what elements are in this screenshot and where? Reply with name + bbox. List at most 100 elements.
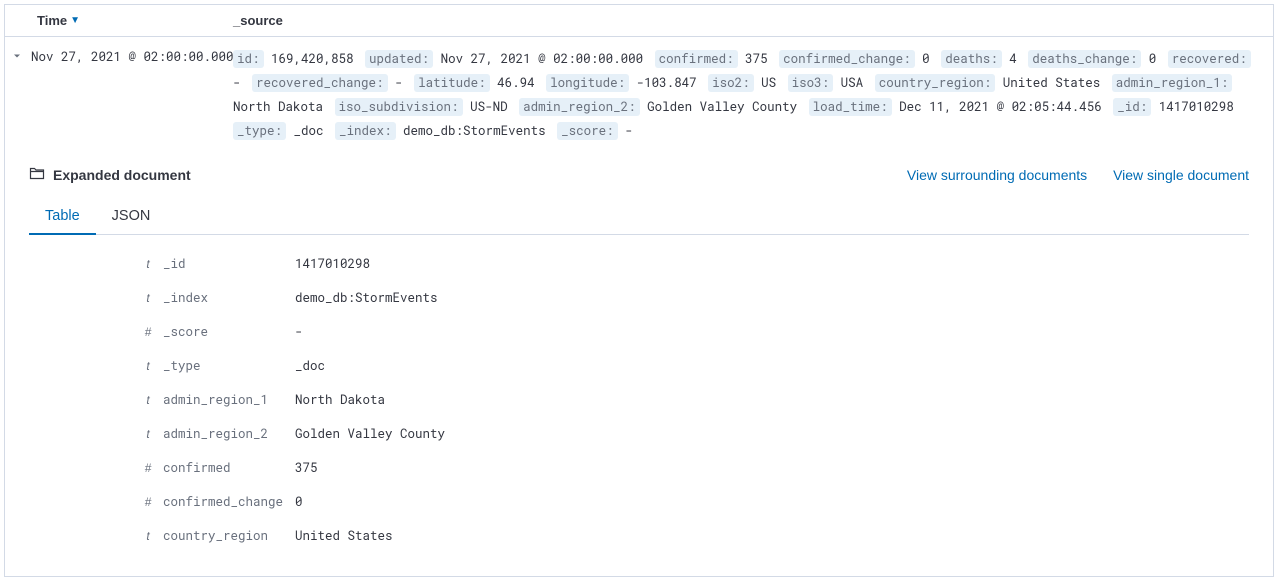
- field-type-icon: t: [139, 359, 157, 373]
- tab-json[interactable]: JSON: [96, 198, 167, 234]
- folder-open-icon: [29, 165, 45, 184]
- source-value: 1417010298: [1151, 99, 1234, 115]
- field-row: t_indexdemo_db:StormEvents: [139, 281, 1249, 315]
- source-key: recovered:: [1168, 50, 1251, 68]
- document-panel: Time ▼ _source Nov 27, 2021 @ 02:00:00.0…: [4, 4, 1274, 577]
- table-row: Nov 27, 2021 @ 02:00:00.000 id: 169,420,…: [5, 37, 1273, 153]
- view-single-link[interactable]: View single document: [1113, 167, 1249, 183]
- col-time-header[interactable]: Time ▼: [25, 13, 233, 28]
- field-name: _score: [157, 324, 295, 340]
- source-label: _source: [233, 13, 283, 28]
- table-header-row: Time ▼ _source: [5, 5, 1273, 37]
- field-type-icon: t: [139, 257, 157, 271]
- time-label: Time: [37, 13, 67, 28]
- source-value: 0: [1141, 51, 1164, 67]
- field-name: _type: [157, 358, 295, 374]
- source-value: 0: [915, 51, 938, 67]
- source-value: -103.847: [629, 75, 704, 91]
- source-value: _doc: [286, 123, 331, 139]
- field-name: _index: [157, 290, 295, 306]
- source-value: US: [754, 75, 784, 91]
- field-name: confirmed_change: [157, 494, 295, 510]
- chevron-down-icon: [11, 50, 23, 62]
- field-table: t_id1417010298t_indexdemo_db:StormEvents…: [29, 247, 1249, 553]
- source-value: 375: [738, 51, 776, 67]
- doc-tabs: Table JSON: [29, 198, 1249, 235]
- sort-desc-icon: ▼: [70, 15, 80, 26]
- source-value: 4: [1002, 51, 1025, 67]
- field-value: United States: [295, 528, 393, 544]
- source-value: United States: [995, 75, 1108, 91]
- field-value: North Dakota: [295, 392, 385, 408]
- source-value: -: [388, 75, 411, 91]
- field-type-icon: #: [139, 461, 157, 475]
- field-type-icon: t: [139, 291, 157, 305]
- source-key: iso2:: [708, 74, 754, 92]
- field-name: country_region: [157, 528, 295, 544]
- source-key: id:: [233, 50, 264, 68]
- source-key: deaths_change:: [1028, 50, 1141, 68]
- source-key: _id:: [1113, 98, 1151, 116]
- field-type-icon: t: [139, 529, 157, 543]
- source-value: 169,420,858: [264, 51, 362, 67]
- source-key: admin_region_2:: [519, 98, 640, 116]
- source-key: longitude:: [546, 74, 629, 92]
- expanded-links: View surrounding documents View single d…: [885, 167, 1249, 183]
- field-type-icon: t: [139, 427, 157, 441]
- source-key: load_time:: [809, 98, 892, 116]
- source-cell: id: 169,420,858 updated: Nov 27, 2021 @ …: [233, 47, 1273, 143]
- source-value: Nov 27, 2021 @ 02:00:00.000: [433, 51, 651, 67]
- view-surrounding-link[interactable]: View surrounding documents: [907, 167, 1087, 183]
- source-key: _score:: [557, 122, 618, 140]
- source-value: North Dakota: [233, 99, 331, 115]
- source-value: -: [618, 123, 633, 139]
- source-key: deaths:: [941, 50, 1002, 68]
- source-key: confirmed_change:: [779, 50, 915, 68]
- field-value: demo_db:StormEvents: [295, 290, 438, 306]
- field-row: #confirmed375: [139, 451, 1249, 485]
- expanded-header: Expanded document View surrounding docum…: [29, 165, 1249, 184]
- source-value: 46.94: [490, 75, 543, 91]
- source-key: iso3:: [788, 74, 834, 92]
- field-name: admin_region_2: [157, 426, 295, 442]
- source-value: demo_db:StormEvents: [396, 123, 554, 139]
- source-key: _index:: [335, 122, 396, 140]
- tab-table[interactable]: Table: [29, 198, 96, 234]
- source-key: latitude:: [414, 74, 490, 92]
- source-key: country_region:: [875, 74, 996, 92]
- col-source-header[interactable]: _source: [233, 13, 1273, 28]
- field-row: tcountry_regionUnited States: [139, 519, 1249, 553]
- field-value: -: [295, 324, 303, 340]
- field-row: tadmin_region_2Golden Valley County: [139, 417, 1249, 451]
- field-value: Golden Valley County: [295, 426, 445, 442]
- expanded-document: Expanded document View surrounding docum…: [5, 153, 1273, 553]
- field-name: _id: [157, 256, 295, 272]
- source-key: iso_subdivision:: [335, 98, 463, 116]
- field-value: 1417010298: [295, 256, 370, 272]
- source-key: admin_region_1:: [1112, 74, 1233, 92]
- field-name: admin_region_1: [157, 392, 295, 408]
- source-value: US-ND: [463, 99, 516, 115]
- time-cell: Nov 27, 2021 @ 02:00:00.000: [25, 47, 233, 65]
- source-value: -: [233, 75, 248, 91]
- field-row: #confirmed_change0: [139, 485, 1249, 519]
- field-name: confirmed: [157, 460, 295, 476]
- source-value: Golden Valley County: [640, 99, 805, 115]
- field-row: #_score -: [139, 315, 1249, 349]
- expanded-title-text: Expanded document: [53, 167, 191, 183]
- expand-toggle[interactable]: [5, 47, 25, 65]
- field-row: tadmin_region_1North Dakota: [139, 383, 1249, 417]
- field-row: t_type_doc: [139, 349, 1249, 383]
- field-row: t_id1417010298: [139, 247, 1249, 281]
- source-key: updated:: [365, 50, 433, 68]
- field-type-icon: #: [139, 325, 157, 339]
- field-type-icon: t: [139, 393, 157, 407]
- field-value: 0: [295, 494, 303, 510]
- field-type-icon: #: [139, 495, 157, 509]
- source-value: Dec 11, 2021 @ 02:05:44.456: [892, 99, 1110, 115]
- field-value: _doc: [295, 358, 325, 374]
- source-key: recovered_change:: [252, 74, 388, 92]
- field-value: 375: [295, 460, 318, 476]
- source-key: confirmed:: [655, 50, 738, 68]
- source-key: _type:: [233, 122, 286, 140]
